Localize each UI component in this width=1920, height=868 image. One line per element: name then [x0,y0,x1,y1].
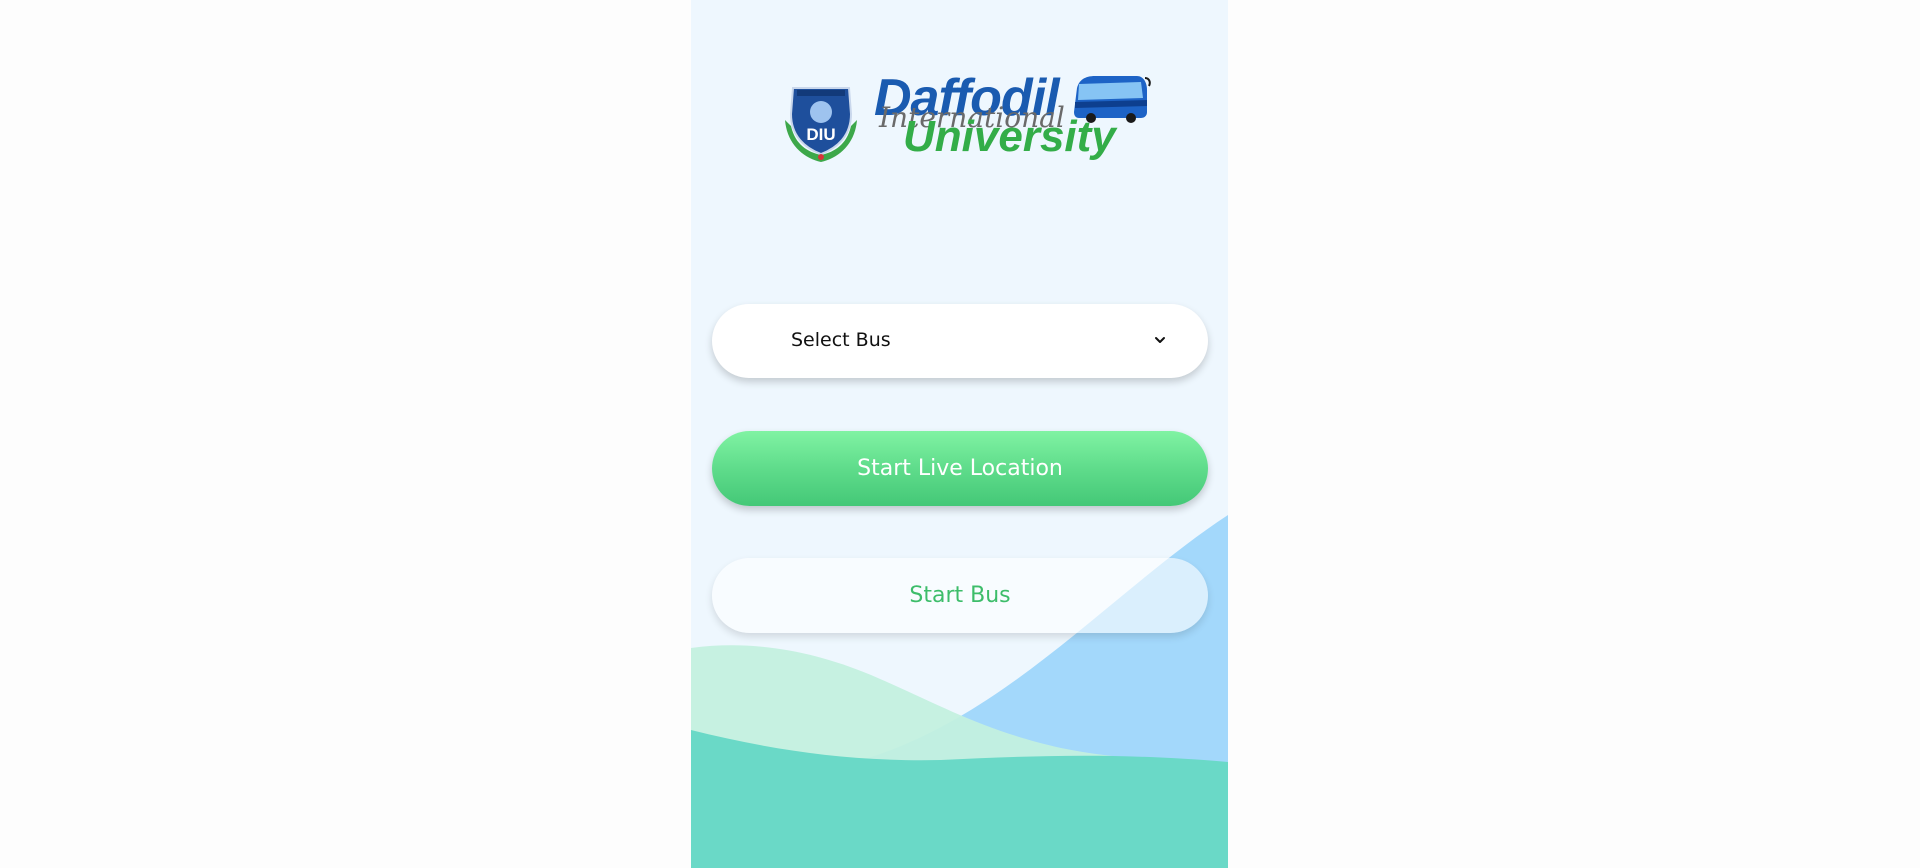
university-emblem-icon: DIU [785,87,857,162]
start-live-location-button[interactable]: Start Live Location [712,431,1208,506]
select-bus-label: Select Bus [791,329,891,351]
emblem-initials: DIU [806,125,835,144]
app-screen: DIU Daffodil International University Se… [691,0,1228,868]
select-bus-dropdown[interactable]: Select Bus [712,304,1208,378]
start-bus-button[interactable]: Start Bus [712,558,1208,633]
university-logo: DIU Daffodil International University [781,72,1151,166]
start-bus-label: Start Bus [909,583,1011,608]
start-live-location-label: Start Live Location [857,456,1063,481]
bus-icon [1074,76,1151,123]
chevron-down-icon [1155,337,1165,343]
